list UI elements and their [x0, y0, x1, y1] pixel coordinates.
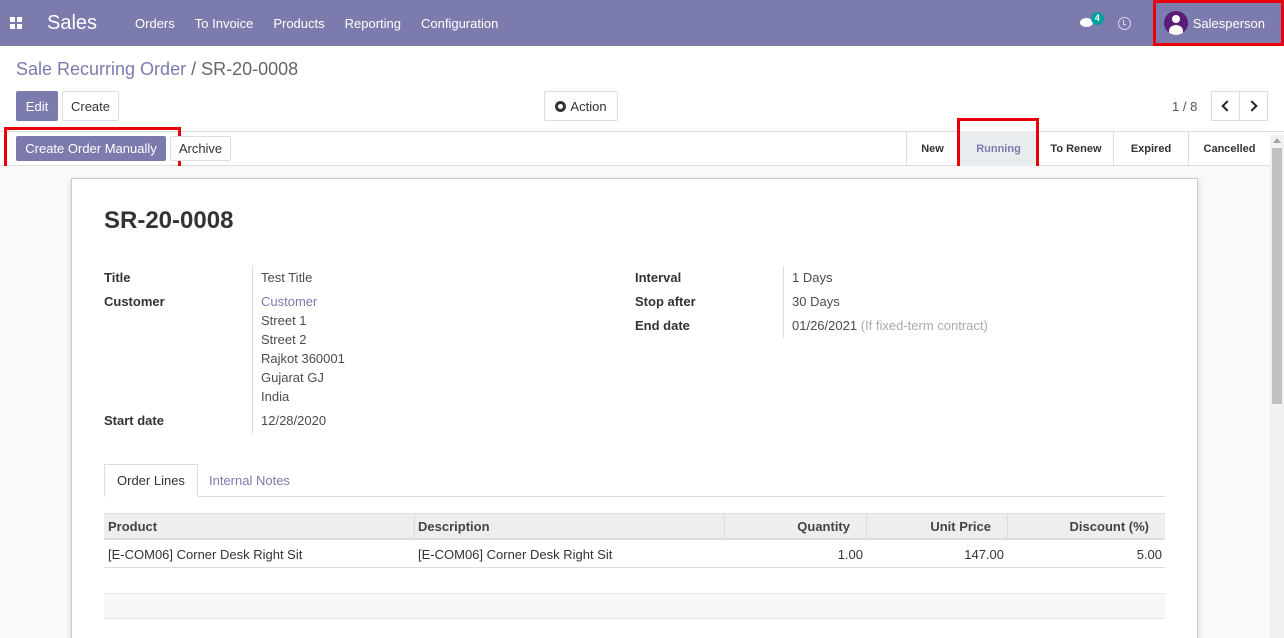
address-city: Rajkot 360001: [261, 351, 345, 366]
end-date-label: End date: [635, 318, 690, 333]
stage-to-renew[interactable]: To Renew: [1038, 131, 1113, 166]
address-line-1: Street 1: [261, 313, 307, 328]
breadcrumb-separator: /: [191, 59, 197, 79]
menu-configuration[interactable]: Configuration: [421, 16, 498, 31]
interval-label: Interval: [635, 270, 682, 285]
menu-products[interactable]: Products: [273, 16, 324, 31]
create-order-manually-button[interactable]: Create Order Manually: [16, 136, 166, 161]
end-date-value: 01/26/2021 (If fixed-term contract): [792, 318, 988, 333]
interval-number: 1: [792, 270, 800, 285]
column-discount[interactable]: Discount (%): [1007, 519, 1149, 534]
empty-row: [104, 593, 1165, 619]
chevron-left-icon: [1221, 100, 1233, 112]
scrollbar-thumb[interactable]: [1272, 148, 1282, 404]
start-date-value: 12/28/2020: [261, 413, 327, 428]
row-description: [E-COM06] Corner Desk Right Sit: [418, 547, 613, 562]
interval-value: 1 Days: [792, 270, 832, 285]
breadcrumb: Sale Recurring Order / SR-20-0008: [16, 59, 298, 80]
activity-clock-icon[interactable]: [1117, 16, 1131, 30]
column-product[interactable]: Product: [108, 519, 157, 534]
pager-value[interactable]: 1 / 8: [1172, 99, 1197, 114]
stage-expired[interactable]: Expired: [1113, 131, 1188, 166]
stop-after-label: Stop after: [635, 294, 696, 309]
column-unit-price[interactable]: Unit Price: [866, 519, 991, 534]
edit-button[interactable]: Edit: [16, 91, 58, 121]
address-state: Gujarat GJ: [261, 370, 324, 385]
record-name: SR-20-0008: [104, 207, 234, 234]
top-navbar: Sales Orders To Invoice Products Reporti…: [0, 0, 1284, 46]
app-brand[interactable]: Sales: [47, 12, 97, 35]
avatar: [1163, 11, 1188, 35]
chevron-right-icon: [1246, 100, 1258, 112]
breadcrumb-current: SR-20-0008: [201, 59, 299, 79]
column-description[interactable]: Description: [418, 519, 490, 534]
stop-after-number: 30: [792, 294, 807, 309]
end-date: 01/26/2021: [792, 318, 858, 333]
action-button[interactable]: Action: [544, 91, 618, 121]
scroll-up-icon[interactable]: [1273, 138, 1281, 143]
row-quantity: 1.00: [837, 547, 863, 562]
title-value: Test Title: [261, 270, 313, 285]
archive-button[interactable]: Archive: [170, 136, 231, 161]
user-name: Salesperson: [1192, 15, 1265, 31]
stop-after-unit: Days: [810, 294, 840, 309]
chat-icon[interactable]: 4: [1079, 12, 1104, 30]
menu-to-invoice[interactable]: To Invoice: [195, 16, 254, 31]
form-sheet: [71, 178, 1198, 638]
action-label: Action: [570, 98, 607, 114]
pager-previous-button[interactable]: [1211, 91, 1240, 121]
menu-reporting[interactable]: Reporting: [345, 16, 401, 31]
tab-order-lines[interactable]: Order Lines: [104, 464, 198, 497]
interval-unit: Days: [802, 270, 833, 285]
address-line-2: Street 2: [261, 332, 307, 347]
row-discount: 5.00: [1136, 547, 1162, 562]
breadcrumb-parent[interactable]: Sale Recurring Order: [16, 59, 186, 79]
tab-internal-notes[interactable]: Internal Notes: [197, 464, 302, 497]
address-country: India: [261, 389, 290, 404]
end-date-hint: (If fixed-term contract): [860, 318, 988, 333]
column-separator: [414, 514, 415, 540]
user-menu[interactable]: Salesperson: [1152, 0, 1284, 46]
column-quantity[interactable]: Quantity: [724, 519, 850, 534]
row-unit-price: 147.00: [964, 547, 1004, 562]
row-divider: [104, 567, 1165, 568]
field-separator-right: [783, 266, 784, 338]
pager-next-button[interactable]: [1239, 91, 1268, 121]
stop-after-value: 30 Days: [792, 294, 840, 309]
chat-count-badge: 4: [1090, 12, 1104, 25]
menu-orders[interactable]: Orders: [135, 16, 175, 31]
row-product: [E-COM06] Corner Desk Right Sit: [108, 547, 303, 562]
start-date-label: Start date: [104, 413, 164, 428]
customer-label: Customer: [104, 294, 165, 309]
customer-link[interactable]: Customer: [261, 294, 317, 309]
stage-new[interactable]: New: [906, 131, 958, 166]
apps-menu-icon[interactable]: [10, 17, 22, 29]
gear-icon: [555, 100, 567, 112]
title-label: Title: [104, 270, 131, 285]
order-lines-header: [104, 513, 1165, 540]
create-button[interactable]: Create: [62, 91, 119, 121]
field-separator-left: [252, 266, 253, 434]
stage-cancelled[interactable]: Cancelled: [1188, 131, 1270, 166]
